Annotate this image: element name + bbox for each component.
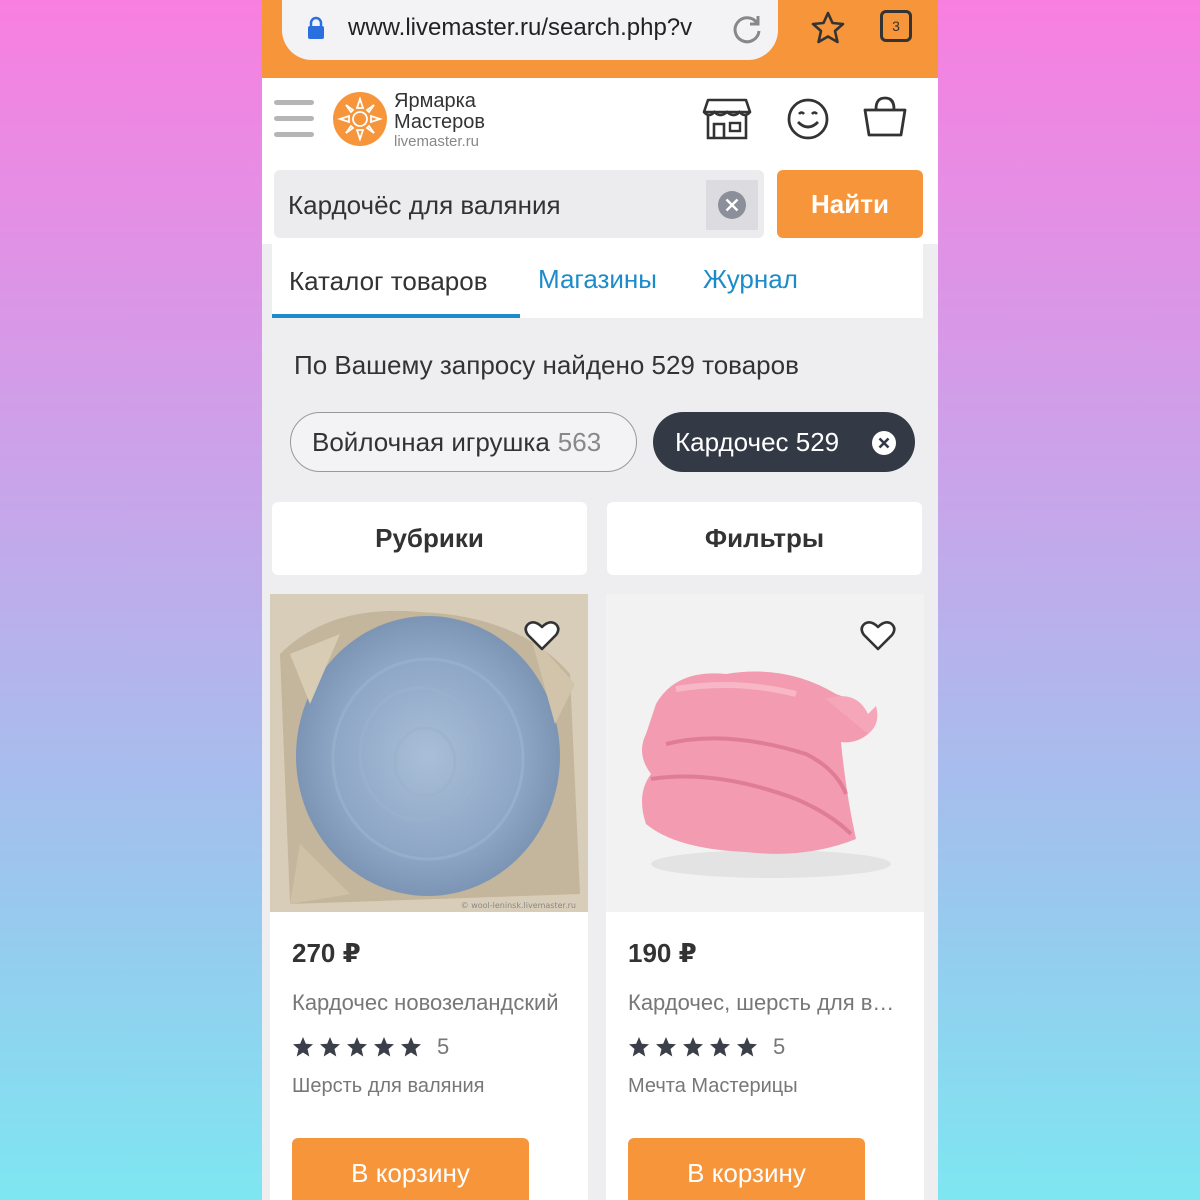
star-icon: [629, 1037, 649, 1057]
star-icon: [401, 1037, 421, 1057]
filters-button[interactable]: Фильтры: [607, 502, 922, 575]
rating-stars: 5: [628, 1034, 785, 1060]
active-tab-indicator: [272, 314, 520, 318]
product-price: 270 ₽: [292, 938, 361, 968]
reload-icon[interactable]: [730, 12, 764, 46]
star-icon: [347, 1037, 367, 1057]
rubrics-button[interactable]: Рубрики: [272, 502, 587, 575]
clear-search-button[interactable]: [706, 180, 758, 230]
product-title[interactable]: Кардочес, шерсть для валяния: [628, 990, 906, 1016]
star-icon: [710, 1037, 730, 1057]
favorite-heart-icon[interactable]: [860, 620, 896, 652]
search-query-text[interactable]: Кардочёс для валяния: [288, 190, 561, 221]
search-input[interactable]: Кардочёс для валяния: [274, 170, 764, 238]
logo-domain: livemaster.ru: [394, 133, 480, 150]
browser-toolbar: www.livemaster.ru/search.php?v 3: [262, 0, 938, 78]
logo-text-line2[interactable]: Мастеров: [394, 111, 485, 134]
tab-journal[interactable]: Журнал: [703, 264, 798, 295]
results-summary: По Вашему запросу найдено 529 товаров: [294, 350, 799, 380]
clear-icon: [718, 191, 746, 219]
star-icon: [374, 1037, 394, 1057]
favorite-heart-icon[interactable]: [524, 620, 560, 652]
add-to-cart-button[interactable]: В корзину: [292, 1138, 529, 1200]
chip-count: 563: [557, 426, 602, 457]
tabs-count-icon[interactable]: 3: [880, 10, 912, 42]
profile-smile-icon[interactable]: [786, 97, 830, 141]
site-header: Ярмарка Мастеров livemaster.ru: [262, 78, 938, 164]
search-row: Кардочёс для валяния Найти: [262, 164, 938, 244]
remove-chip-icon[interactable]: [871, 430, 897, 456]
rating-value: 5: [773, 1034, 786, 1059]
shop-name[interactable]: Шерсть для валяния: [292, 1075, 485, 1098]
address-bar[interactable]: www.livemaster.ru/search.php?v: [282, 0, 778, 60]
product-card[interactable]: © wool-leninsk.livemaster.ru 270 ₽ Кардо…: [270, 594, 588, 1200]
image-watermark: © wool-leninsk.livemaster.ru: [461, 901, 576, 910]
rating-value: 5: [437, 1034, 450, 1059]
chip-label: Войлочная игрушка: [312, 426, 550, 457]
phone-screen: www.livemaster.ru/search.php?v 3 Ярмарка…: [262, 0, 938, 1200]
product-price: 190 ₽: [628, 938, 697, 968]
rating-stars: 5: [292, 1034, 449, 1060]
logo-text-line1[interactable]: Ярмарка: [394, 90, 476, 113]
product-card[interactable]: 190 ₽ Кардочес, шерсть для валяния 5 Меч…: [606, 594, 924, 1200]
shop-name[interactable]: Мечта Мастерицы: [628, 1075, 798, 1098]
star-icon: [737, 1037, 757, 1057]
section-tabs: Каталог товаров Магазины Журнал: [272, 244, 923, 318]
search-button[interactable]: Найти: [777, 170, 923, 238]
filter-chip-kardoches-active[interactable]: Кардочес 529: [653, 412, 915, 472]
logo-sun-icon[interactable]: [332, 91, 388, 147]
hamburger-menu-icon[interactable]: [274, 100, 314, 138]
star-icon: [683, 1037, 703, 1057]
chip-label: Кардочес 529: [675, 426, 840, 457]
shop-icon[interactable]: [702, 96, 752, 140]
star-icon: [293, 1037, 313, 1057]
star-icon: [656, 1037, 676, 1057]
basket-icon[interactable]: [862, 95, 908, 139]
filter-chip-felt-toy[interactable]: Войлочная игрушка 563: [290, 412, 637, 472]
tab-catalog[interactable]: Каталог товаров: [289, 266, 488, 297]
add-to-cart-button[interactable]: В корзину: [628, 1138, 865, 1200]
star-icon: [320, 1037, 340, 1057]
lock-icon: [308, 16, 324, 39]
tab-shops[interactable]: Магазины: [538, 264, 657, 295]
bookmark-star-icon[interactable]: [810, 10, 846, 46]
url-text[interactable]: www.livemaster.ru/search.php?v: [348, 14, 700, 44]
product-title[interactable]: Кардочес новозеландский: [292, 990, 570, 1016]
